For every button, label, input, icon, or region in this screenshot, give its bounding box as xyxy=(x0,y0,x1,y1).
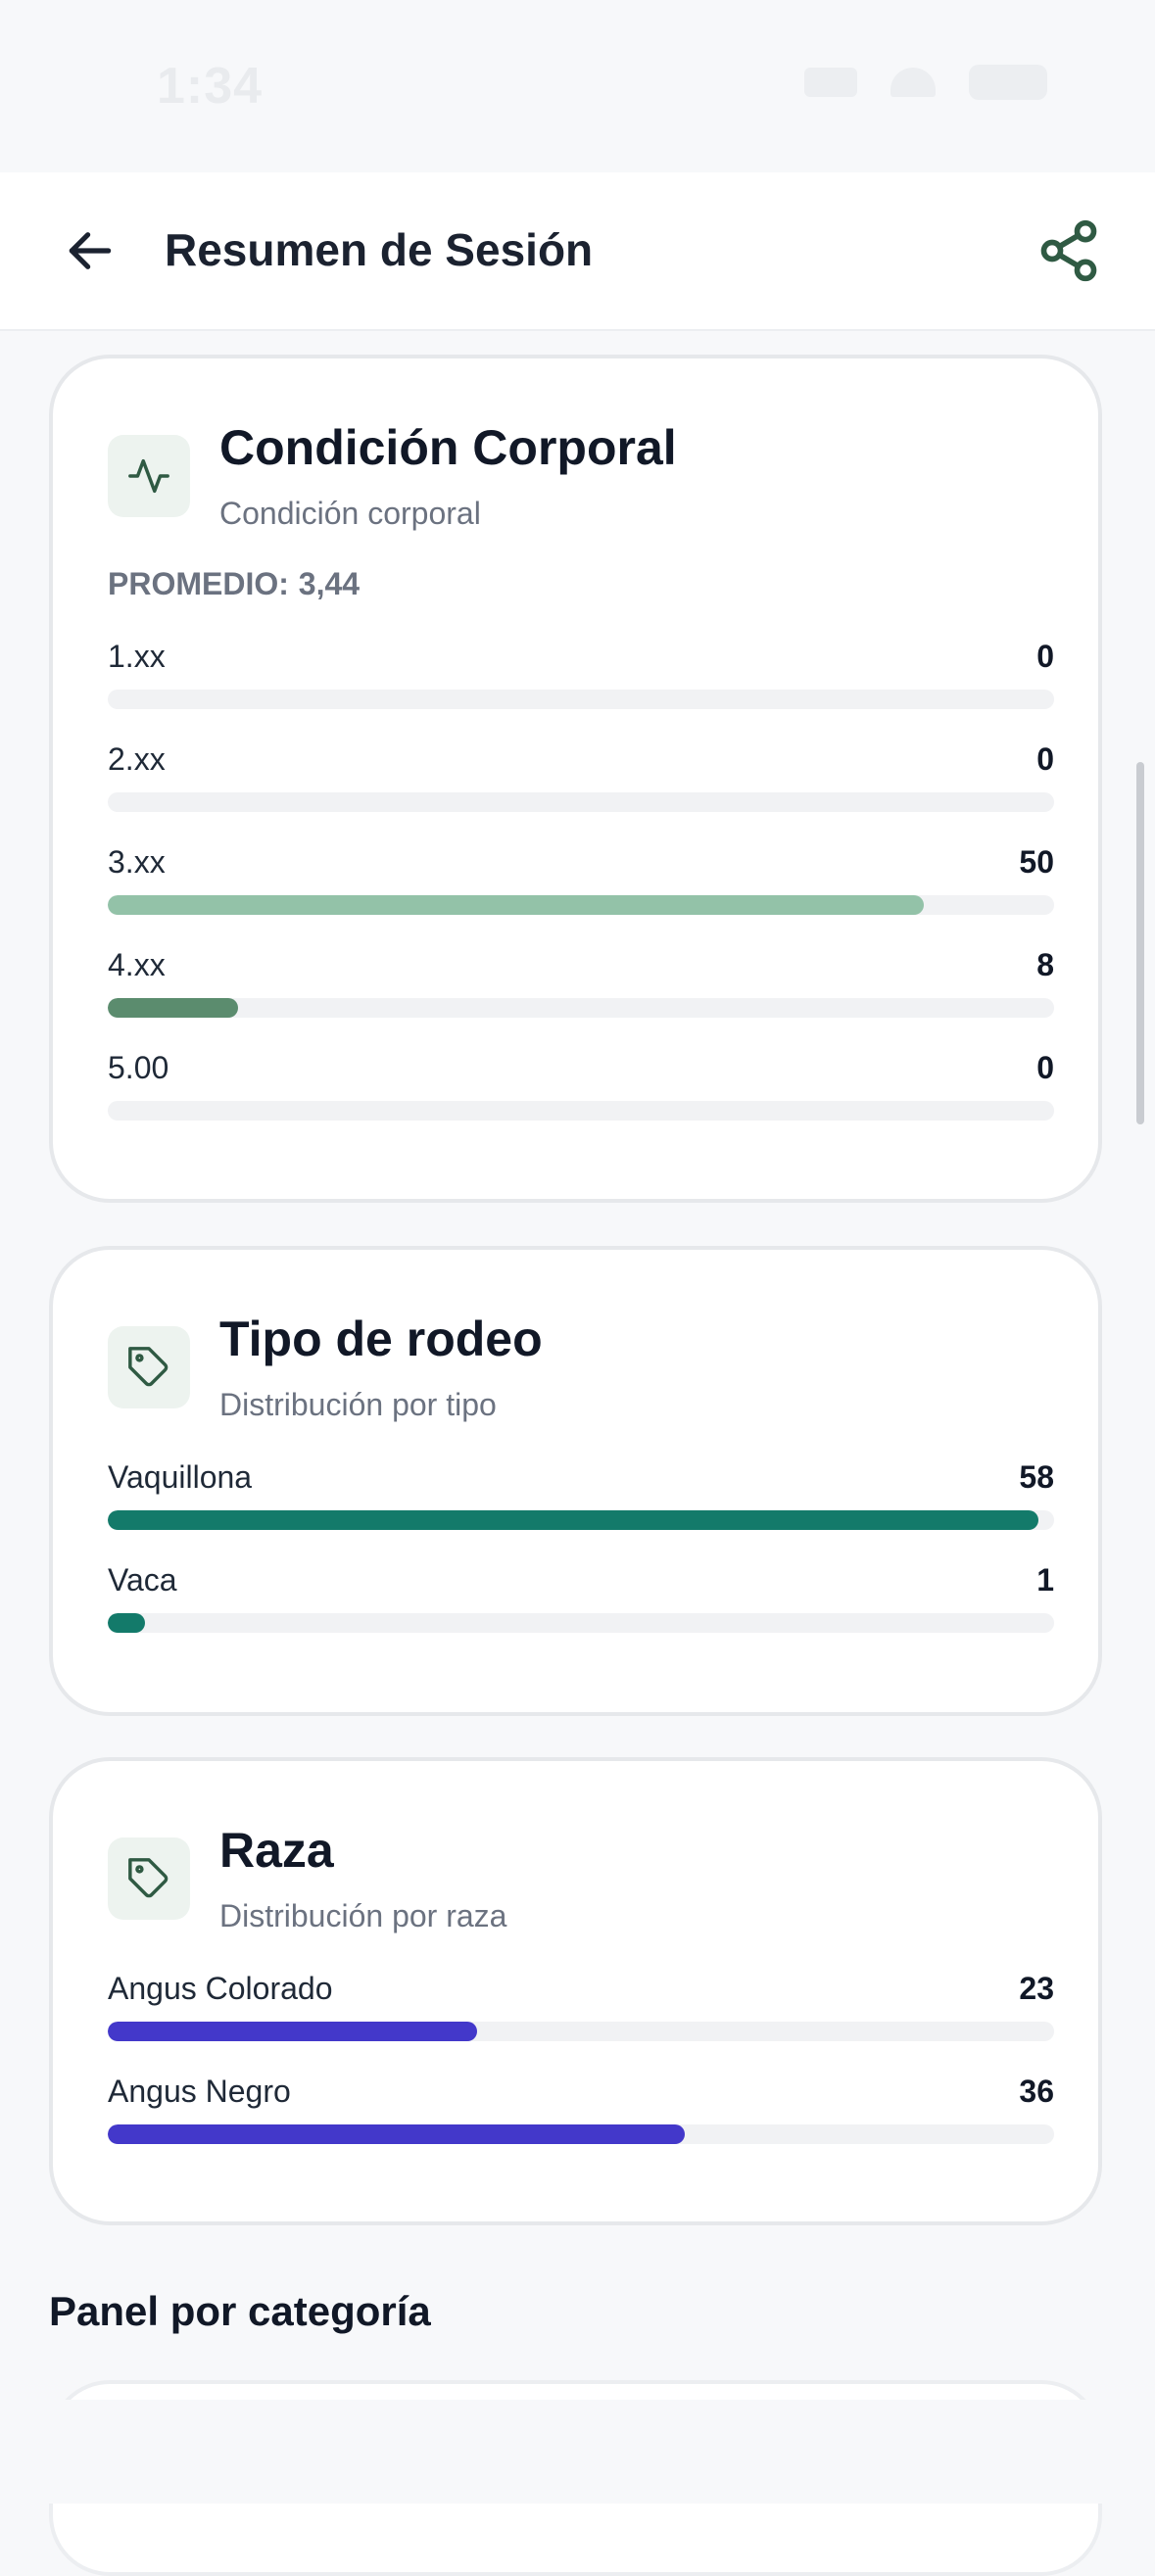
section-title: Panel por categoría xyxy=(49,2288,431,2334)
distribution-row: 4.xx 8 xyxy=(108,947,1054,1026)
distribution-row: 5.00 0 xyxy=(108,1050,1054,1128)
row-value: 8 xyxy=(1036,947,1054,982)
bar-fill xyxy=(108,895,924,915)
back-button[interactable] xyxy=(55,215,125,286)
bar-fill xyxy=(108,2124,686,2144)
row-value: 50 xyxy=(1019,844,1054,880)
distribution-row: 2.xx 0 xyxy=(108,741,1054,820)
row-label: Angus Colorado xyxy=(108,1971,333,2006)
row-label: 5.00 xyxy=(108,1050,169,1085)
average-label-text: PROMEDIO: xyxy=(108,566,289,601)
status-time: 1:34 xyxy=(157,58,264,115)
average-value: 3,44 xyxy=(298,566,361,601)
card-subtitle: Condición corporal xyxy=(219,496,481,531)
distribution-row: 3.xx 50 xyxy=(108,844,1054,923)
battery-icon xyxy=(969,65,1047,100)
share-icon xyxy=(1040,219,1097,282)
distribution-row: Angus Colorado 23 xyxy=(108,1971,1054,2049)
bar-track xyxy=(108,792,1054,812)
card-icon-box xyxy=(108,1837,190,1920)
bar-fill xyxy=(108,1613,145,1633)
row-value: 58 xyxy=(1019,1459,1054,1495)
bar-track xyxy=(108,2022,1054,2041)
card-icon-box xyxy=(108,1326,190,1408)
tag-icon xyxy=(128,1347,168,1387)
row-label: Angus Negro xyxy=(108,2074,291,2109)
tag-icon xyxy=(128,1858,168,1898)
bar-track xyxy=(108,2124,1054,2144)
tipo-rodeo-card: Tipo de rodeo Distribución por tipo Vaqu… xyxy=(49,1246,1102,1716)
card-title: Raza xyxy=(219,1823,334,1878)
row-label: 1.xx xyxy=(108,639,166,674)
share-button[interactable] xyxy=(1030,212,1108,290)
distribution-row: Vaca 1 xyxy=(108,1562,1054,1641)
row-label: Vaca xyxy=(108,1562,177,1598)
row-value: 0 xyxy=(1036,1050,1054,1085)
raza-card: Raza Distribución por raza Angus Colorad… xyxy=(49,1757,1102,2225)
bar-track xyxy=(108,1101,1054,1121)
row-value: 0 xyxy=(1036,741,1054,777)
app-header: Resumen de Sesión xyxy=(0,172,1155,331)
arrow-left-icon xyxy=(69,232,112,269)
page-title: Resumen de Sesión xyxy=(165,224,594,275)
row-value: 1 xyxy=(1036,1562,1054,1598)
wifi-icon xyxy=(890,68,936,97)
bar-fill xyxy=(108,1510,1038,1530)
card-title: Condición Corporal xyxy=(219,420,677,475)
bar-fill xyxy=(108,2022,477,2041)
card-subtitle: Distribución por tipo xyxy=(219,1387,497,1422)
row-value: 0 xyxy=(1036,639,1054,674)
distribution-row: Angus Negro 36 xyxy=(108,2074,1054,2152)
status-icons xyxy=(804,65,1047,100)
scrollbar[interactable] xyxy=(1136,762,1144,1124)
row-value: 36 xyxy=(1019,2074,1054,2109)
bottom-fade xyxy=(0,2400,1155,2504)
bar-track xyxy=(108,690,1054,709)
card-subtitle: Distribución por raza xyxy=(219,1898,507,1933)
cellular-signal-icon xyxy=(804,68,857,97)
row-label: 4.xx xyxy=(108,947,166,982)
row-value: 23 xyxy=(1019,1971,1054,2006)
average-label: PROMEDIO: 3,44 xyxy=(108,566,360,602)
bar-track xyxy=(108,998,1054,1018)
status-bar: 1:34 xyxy=(0,0,1155,172)
distribution-row: 1.xx 0 xyxy=(108,639,1054,717)
activity-icon xyxy=(128,458,169,494)
bar-track xyxy=(108,1613,1054,1633)
distribution-row: Vaquillona 58 xyxy=(108,1459,1054,1538)
card-icon-box xyxy=(108,435,190,517)
condicion-corporal-card: Condición Corporal Condición corporal PR… xyxy=(49,355,1102,1203)
bar-track xyxy=(108,895,1054,915)
row-label: Vaquillona xyxy=(108,1459,253,1495)
bar-fill xyxy=(108,998,239,1018)
bar-track xyxy=(108,1510,1054,1530)
row-label: 3.xx xyxy=(108,844,166,880)
card-title: Tipo de rodeo xyxy=(219,1312,543,1366)
row-label: 2.xx xyxy=(108,741,166,777)
